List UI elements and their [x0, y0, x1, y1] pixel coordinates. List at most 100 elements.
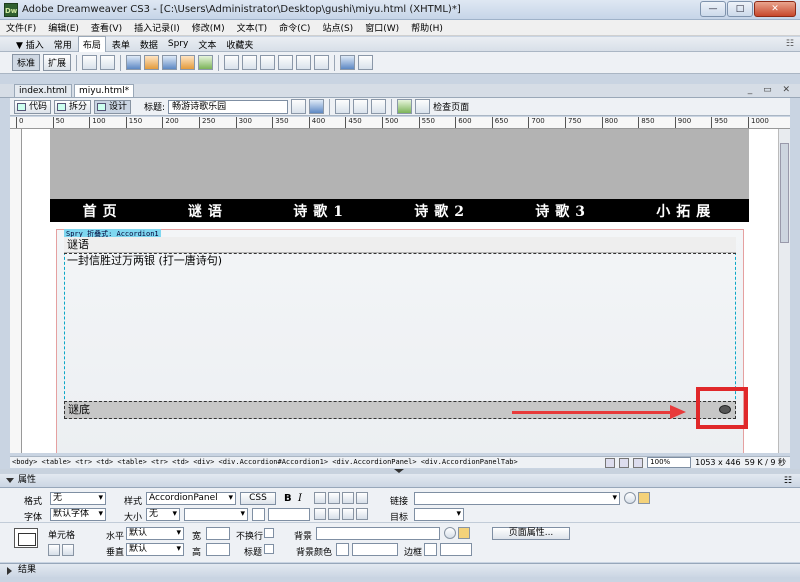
merge-cells-icon[interactable]: [48, 544, 60, 556]
size-unit-select[interactable]: [184, 508, 248, 521]
insert-tab-insert[interactable]: ▼ 插入: [12, 37, 48, 52]
insert-column-right-icon[interactable]: [278, 55, 294, 70]
insert-tab-data[interactable]: 数据: [136, 37, 162, 52]
nav-item-poems-3[interactable]: 诗歌3: [535, 201, 591, 221]
vert-select[interactable]: 默认: [126, 543, 184, 556]
layout-table-icon[interactable]: [162, 55, 178, 70]
css-button[interactable]: CSS: [240, 492, 276, 505]
menu-view[interactable]: 查看(V): [91, 21, 122, 34]
bold-button[interactable]: B: [284, 493, 292, 504]
frames-icon[interactable]: [314, 55, 330, 70]
bg-browse-folder-icon[interactable]: [458, 527, 470, 539]
check-page-icon[interactable]: [415, 99, 431, 114]
point-to-file-icon[interactable]: [624, 492, 636, 504]
ap-div-icon[interactable]: [126, 55, 142, 70]
insert-div-icon[interactable]: [100, 55, 116, 70]
menu-file[interactable]: 文件(F): [6, 21, 36, 34]
target-select[interactable]: [414, 508, 464, 521]
expanded-mode-button[interactable]: 扩展: [43, 54, 72, 71]
bgcolor-picker[interactable]: [336, 543, 349, 556]
height-input[interactable]: [206, 543, 230, 556]
menu-insert[interactable]: 插入记录(I): [134, 21, 180, 34]
insert-row-below-icon[interactable]: [242, 55, 258, 70]
hand-tool-icon[interactable]: [619, 457, 630, 468]
align-center-icon[interactable]: [328, 492, 340, 504]
align-right-icon[interactable]: [342, 492, 354, 504]
unordered-list-icon[interactable]: [314, 508, 326, 520]
nav-item-poems-1[interactable]: 诗歌1: [293, 201, 349, 221]
style-select[interactable]: AccordionPanel: [146, 492, 236, 505]
bg-image-input[interactable]: [316, 527, 440, 540]
maximize-button[interactable]: □: [727, 1, 753, 17]
iframe-icon[interactable]: [296, 55, 312, 70]
nav-item-poems-2[interactable]: 诗歌2: [414, 201, 470, 221]
ordered-list-icon[interactable]: [328, 508, 340, 520]
indent-icon[interactable]: [356, 508, 368, 520]
text-color-input[interactable]: [268, 508, 310, 521]
text-color-picker[interactable]: [252, 508, 265, 521]
zoom-tool-icon[interactable]: [633, 457, 644, 468]
menu-commands[interactable]: 命令(C): [279, 21, 310, 34]
check-page-button[interactable]: 检查页面: [433, 100, 469, 113]
code-view-button[interactable]: 代码: [14, 99, 52, 114]
expand-arrow-icon[interactable]: [7, 567, 12, 575]
accordion-panel-tab-answer[interactable]: 谜底: [64, 401, 736, 419]
split-view-button[interactable]: 拆分: [54, 99, 92, 114]
design-view-button[interactable]: 设计: [94, 99, 132, 114]
insert-column-left-icon[interactable]: [260, 55, 276, 70]
refresh-icon[interactable]: [335, 99, 351, 114]
bgcolor-input[interactable]: [352, 543, 398, 556]
panel-menu-icon[interactable]: ☷: [784, 475, 792, 488]
insert-tab-text[interactable]: 文本: [194, 37, 220, 52]
view-options-icon[interactable]: [353, 99, 369, 114]
panel-options-icon[interactable]: ☷: [786, 39, 794, 49]
size-select[interactable]: 无: [146, 508, 180, 521]
standard-mode-button[interactable]: 标准: [12, 54, 41, 71]
results-panel-header[interactable]: 结果: [0, 563, 800, 577]
insert-tab-forms[interactable]: 表单: [108, 37, 134, 52]
accordion-panel-content[interactable]: 一封信胜过万两银 (打一唐诗句): [64, 253, 736, 401]
expand-arrow-icon[interactable]: [6, 478, 14, 483]
draw-ap-div-icon[interactable]: [144, 55, 160, 70]
bg-point-to-file-icon[interactable]: [444, 527, 456, 539]
border-color-picker[interactable]: [424, 543, 437, 556]
spry-collapsible-icon[interactable]: [358, 55, 374, 70]
file-management-icon[interactable]: [291, 99, 307, 114]
spry-menu-icon[interactable]: [198, 55, 214, 70]
document-window-controls[interactable]: _ ▭ ✕: [748, 85, 794, 95]
horz-select[interactable]: 默认: [126, 527, 184, 540]
border-color-input[interactable]: [440, 543, 472, 556]
menu-help[interactable]: 帮助(H): [411, 21, 443, 34]
doc-tab-index[interactable]: index.html: [14, 84, 72, 97]
menu-modify[interactable]: 修改(M): [192, 21, 225, 34]
nav-item-riddles[interactable]: 谜语: [188, 201, 228, 221]
format-select[interactable]: 无: [50, 492, 106, 505]
select-tool-icon[interactable]: [605, 457, 616, 468]
browse-folder-icon[interactable]: [638, 492, 650, 504]
outdent-icon[interactable]: [342, 508, 354, 520]
link-input[interactable]: [414, 492, 620, 505]
visual-aids-icon[interactable]: [371, 99, 387, 114]
insert-tab-favorites[interactable]: 收藏夹: [222, 37, 257, 52]
table-icon[interactable]: [82, 55, 98, 70]
nav-item-extension[interactable]: 小拓展: [656, 201, 716, 221]
header-checkbox[interactable]: [264, 544, 274, 554]
doc-tab-miyu[interactable]: miyu.html*: [73, 84, 135, 97]
insert-tab-common[interactable]: 常用: [50, 37, 76, 52]
layout-cell-icon[interactable]: [180, 55, 196, 70]
validate-markup-icon[interactable]: [397, 99, 413, 114]
scrollbar-thumb[interactable]: [780, 143, 789, 243]
menu-text[interactable]: 文本(T): [237, 21, 268, 34]
italic-button[interactable]: I: [298, 493, 302, 504]
font-select[interactable]: 默认字体: [50, 508, 106, 521]
insert-tab-spry[interactable]: Spry: [164, 38, 192, 50]
accordion-panel-tab-riddle[interactable]: 谜语: [64, 237, 736, 253]
spry-accordion-icon[interactable]: [340, 55, 356, 70]
align-left-icon[interactable]: [314, 492, 326, 504]
collapse-arrow-icon[interactable]: [394, 469, 404, 473]
preview-browser-icon[interactable]: [309, 99, 325, 114]
zoom-select[interactable]: 100%: [647, 457, 692, 468]
page-properties-button[interactable]: 页面属性...: [492, 527, 570, 540]
split-cell-icon[interactable]: [62, 544, 74, 556]
width-input[interactable]: [206, 527, 230, 540]
